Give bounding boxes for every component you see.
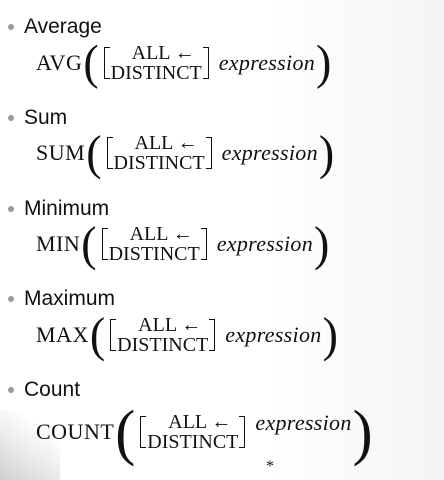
function-name: MIN bbox=[36, 231, 81, 256]
formula-min: MIN ( ALL ← DISTINCT expression ) bbox=[36, 216, 330, 271]
function-name: COUNT bbox=[36, 419, 115, 444]
bullet-dot-icon bbox=[8, 387, 14, 393]
formula-sum: SUM ( ALL ← DISTINCT expression ) bbox=[36, 125, 335, 180]
option-bracket: ALL ← DISTINCT bbox=[110, 314, 216, 356]
argument-expression: expression bbox=[221, 140, 318, 165]
option-distinct: DISTINCT bbox=[117, 334, 209, 356]
option-all: ALL ← bbox=[168, 411, 232, 433]
bullet-label: Minimum bbox=[24, 197, 110, 220]
option-all: ALL ← bbox=[129, 223, 193, 245]
option-distinct: DISTINCT bbox=[113, 152, 205, 174]
bullet-dot-icon bbox=[8, 24, 14, 30]
count-star-symbol: * bbox=[266, 458, 274, 475]
open-paren: ( bbox=[89, 307, 106, 362]
open-paren: ( bbox=[81, 216, 97, 271]
open-paren: ( bbox=[86, 125, 102, 180]
option-all: ALL ← bbox=[134, 132, 198, 154]
argument-expression: expression bbox=[216, 231, 313, 256]
formula-max: MAX ( ALL ← DISTINCT expression ) bbox=[36, 307, 339, 362]
option-distinct: DISTINCT bbox=[147, 431, 239, 453]
function-name: SUM bbox=[36, 140, 86, 165]
bullet-label: Count bbox=[24, 378, 81, 401]
function-name: MAX bbox=[36, 322, 89, 347]
bullet-dot-icon bbox=[8, 206, 14, 212]
right-bracket-icon bbox=[200, 228, 207, 260]
right-bracket-icon bbox=[209, 319, 216, 351]
bullet-sum: Sum bbox=[8, 105, 67, 131]
open-paren: ( bbox=[115, 397, 136, 467]
option-bracket: ALL ← DISTINCT bbox=[140, 411, 246, 453]
bullet-dot-icon bbox=[8, 115, 14, 121]
option-distinct: DISTINCT bbox=[110, 62, 202, 84]
option-bracket: ALL ← DISTINCT bbox=[101, 223, 207, 265]
formula-avg: AVG ( ALL ← DISTINCT expression ) bbox=[36, 35, 332, 90]
bullet-count: Count bbox=[8, 377, 80, 403]
right-bracket-icon bbox=[205, 137, 212, 169]
close-paren: ) bbox=[314, 216, 330, 271]
close-paren: ) bbox=[322, 307, 338, 362]
option-all: ALL ← bbox=[138, 314, 202, 336]
option-bracket: ALL ← DISTINCT bbox=[103, 42, 209, 84]
option-all: ALL ← bbox=[131, 42, 195, 64]
close-paren: ) bbox=[352, 397, 373, 467]
option-bracket: ALL ← DISTINCT bbox=[106, 132, 212, 174]
close-paren: ) bbox=[318, 125, 335, 180]
open-paren: ( bbox=[83, 35, 99, 90]
option-distinct: DISTINCT bbox=[108, 243, 200, 265]
bullet-label: Sum bbox=[24, 106, 68, 129]
bullet-dot-icon bbox=[8, 296, 14, 302]
argument-expression: expression bbox=[218, 50, 316, 75]
argument-expression: expression bbox=[255, 410, 352, 435]
argument-expression: expression bbox=[225, 322, 322, 347]
formula-count: COUNT ( ALL ← DISTINCT expression ) bbox=[36, 397, 374, 467]
close-paren: ) bbox=[316, 35, 332, 90]
function-name: AVG bbox=[36, 50, 83, 75]
right-bracket-icon bbox=[239, 416, 246, 448]
right-bracket-icon bbox=[202, 47, 209, 79]
